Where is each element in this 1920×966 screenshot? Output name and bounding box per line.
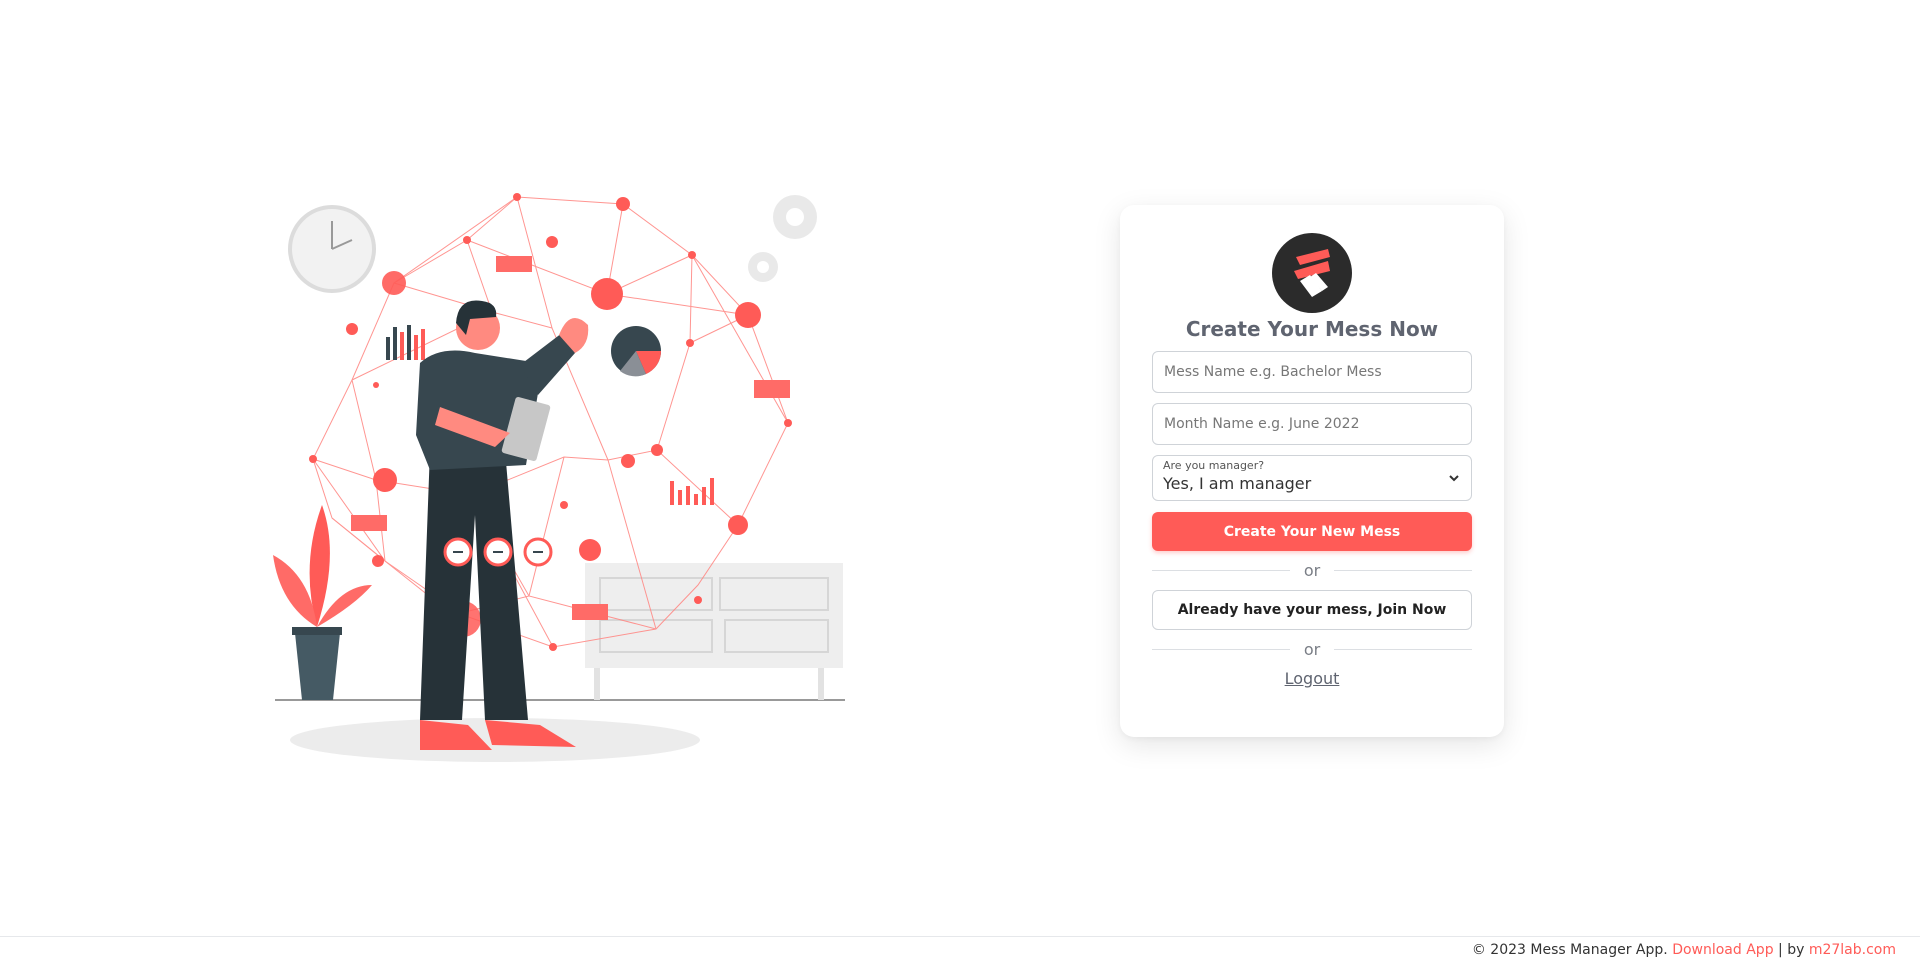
join-mess-button[interactable]: Already have your mess, Join Now xyxy=(1152,590,1472,630)
hero-illustration xyxy=(270,185,850,775)
mess-manager-logo xyxy=(1272,233,1352,313)
manager-select[interactable]: Are you manager? Yes, I am manager xyxy=(1152,455,1472,501)
footer-separator: | by xyxy=(1778,942,1805,958)
logout-link[interactable]: Logout xyxy=(1152,669,1472,688)
footer: © 2023 Mess Manager App. Download App | … xyxy=(0,936,1920,966)
or-divider: or xyxy=(1152,561,1472,580)
mess-name-input[interactable] xyxy=(1152,351,1472,393)
divider-line xyxy=(1152,570,1290,571)
network-person-illustration xyxy=(273,193,845,762)
or-divider: or xyxy=(1152,640,1472,659)
download-app-link[interactable]: Download App xyxy=(1672,942,1773,958)
chevron-down-icon xyxy=(1449,475,1459,482)
or-text: or xyxy=(1303,561,1321,580)
manager-select-label: Are you manager? xyxy=(1163,459,1265,472)
manager-select-value: Yes, I am manager xyxy=(1163,474,1312,493)
or-text: or xyxy=(1303,640,1321,659)
divider-line xyxy=(1334,649,1472,650)
divider-line xyxy=(1152,649,1290,650)
create-mess-card: Create Your Mess Now Are you manager? Ye… xyxy=(1120,205,1504,737)
copyright-text: © 2023 Mess Manager App. xyxy=(1471,942,1668,958)
month-name-input[interactable] xyxy=(1152,403,1472,445)
author-link[interactable]: m27lab.com xyxy=(1809,942,1896,958)
logo-mark-icon xyxy=(1294,249,1330,297)
card-title: Create Your Mess Now xyxy=(1185,317,1439,341)
divider-line xyxy=(1334,570,1472,571)
page: Create Your Mess Now Are you manager? Ye… xyxy=(0,0,1920,966)
create-mess-button[interactable]: Create Your New Mess xyxy=(1152,512,1472,551)
